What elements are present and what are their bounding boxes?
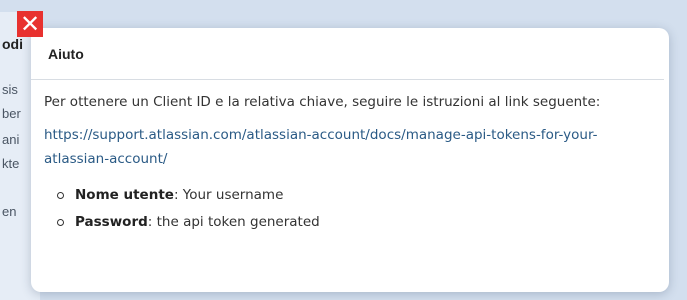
help-dialog: Aiuto Per ottenere un Client ID e la rel…	[31, 28, 669, 292]
dialog-body: Per ottenere un Client ID e la relativa …	[31, 80, 669, 234]
credential-label: Nome utente	[75, 187, 174, 203]
list-item: Nome utente: Your username	[57, 183, 651, 207]
close-button[interactable]: ✕	[17, 11, 43, 37]
close-icon: ✕	[19, 10, 41, 38]
credential-value: : the api token generated	[147, 214, 320, 230]
list-item: Password: the api token generated	[57, 210, 651, 234]
background-text-fragment: ani	[2, 132, 20, 147]
dialog-title: Aiuto	[48, 45, 84, 62]
background-text-fragment: en	[2, 204, 17, 219]
credential-label: Password	[75, 214, 148, 230]
dialog-intro-text: Per ottenere un Client ID e la relativa …	[44, 94, 601, 110]
background-text-fragment: sis	[2, 82, 18, 97]
background-text-fragment: ber	[2, 106, 21, 121]
credentials-list: Nome utente: Your username Password: the…	[44, 183, 651, 234]
background-text-fragment: kte	[2, 156, 20, 171]
atlassian-docs-link[interactable]: https://support.atlassian.com/atlassian-…	[44, 123, 651, 171]
dialog-header: Aiuto	[31, 28, 664, 80]
credential-value: : Your username	[173, 187, 284, 203]
background-heading-fragment: odi	[2, 36, 23, 52]
